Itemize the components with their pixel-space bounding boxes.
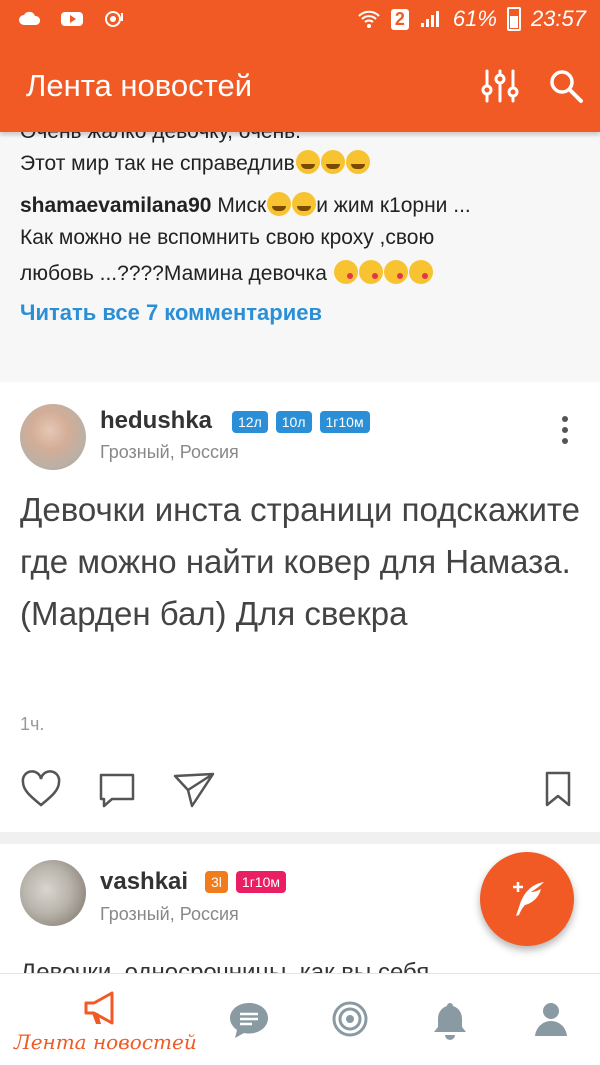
- megaphone-icon: [84, 991, 114, 1025]
- post-text: Девочки, односрочницы, как вы себя: [20, 959, 430, 973]
- read-all-comments-link[interactable]: Читать все 7 комментариев: [20, 300, 322, 326]
- feed[interactable]: Очень жалко девочку, очень. Этот мир так…: [0, 132, 600, 973]
- age-badge: 3l: [205, 871, 228, 893]
- clock: 23:57: [530, 6, 586, 31]
- post-location: Грозный, Россия: [100, 442, 239, 462]
- comment-text: Этот мир так не справедлив: [20, 150, 370, 176]
- age-badge: 1г10м: [235, 871, 286, 893]
- crying-emoji-icon: [295, 150, 320, 174]
- signal-icon: [420, 11, 439, 27]
- nav-feed-label: Лента новостей: [14, 1030, 197, 1054]
- user-badges: 3l 1г10м: [205, 871, 286, 893]
- post-username[interactable]: vashkai: [100, 868, 188, 896]
- comment-icon[interactable]: [96, 770, 138, 810]
- wifi-icon: [358, 10, 380, 28]
- quill-icon: [513, 882, 544, 916]
- kiss-emoji-icon: [333, 260, 358, 284]
- battery-icon: [506, 7, 521, 31]
- page-title: Лента новостей: [26, 68, 253, 103]
- crying-emoji-icon: [292, 192, 317, 216]
- comment-text-part: Миск: [217, 194, 267, 217]
- comment-text: shamaevamilana90 Миск и жим к1орни ...: [20, 192, 471, 218]
- share-icon[interactable]: [172, 770, 216, 810]
- profile-icon[interactable]: [532, 1000, 570, 1038]
- youtube-icon: [61, 12, 83, 26]
- comment-text: Как можно не вспомнить свою кроху ,свою: [20, 226, 435, 249]
- like-heart-icon[interactable]: [20, 770, 62, 808]
- chat-icon[interactable]: [228, 1000, 270, 1040]
- comment-author[interactable]: shamaevamilana90: [20, 194, 211, 217]
- comment-text-part: и жим к1орни ...: [316, 194, 471, 217]
- post-time: 1ч.: [20, 714, 45, 734]
- kiss-emoji-icon: [383, 260, 408, 284]
- user-badges: 12л 10л 1г10м: [232, 411, 370, 433]
- new-post-button[interactable]: [480, 852, 574, 946]
- comment-text-part: Этот мир так не справедлив: [20, 152, 295, 175]
- bookmark-icon[interactable]: [544, 770, 572, 808]
- app-bar: Лента новостей: [0, 40, 600, 132]
- post-actions: [20, 770, 216, 810]
- comment-text: любовь ...????Мамина девочка: [20, 260, 433, 286]
- battery-percent: 61%: [452, 6, 497, 31]
- crying-emoji-icon: [267, 192, 292, 216]
- filter-icon[interactable]: [480, 68, 520, 104]
- kiss-emoji-icon: [358, 260, 383, 284]
- post-text: Девочки инста страници подскажите где мо…: [20, 491, 581, 632]
- comment-text-part: любовь ...????Мамина девочка: [20, 262, 327, 285]
- cloud-icon: [19, 11, 41, 25]
- sim-indicator: 2: [390, 8, 409, 30]
- avatar[interactable]: [20, 404, 86, 470]
- post-card: hedushka 12л 10л 1г10м Грозный, Россия Д…: [0, 382, 600, 832]
- more-options-icon[interactable]: [562, 416, 568, 449]
- post-username[interactable]: hedushka: [100, 407, 212, 435]
- age-badge: 10л: [275, 411, 312, 433]
- age-badge: 12л: [232, 411, 268, 433]
- notification-icon: [105, 11, 123, 27]
- target-icon[interactable]: [331, 1000, 369, 1038]
- crying-emoji-icon: [345, 150, 370, 174]
- comment-text: Очень жалко девочку, очень.: [20, 132, 301, 144]
- kiss-emoji-icon: [408, 260, 433, 284]
- bell-icon[interactable]: [432, 1000, 468, 1040]
- crying-emoji-icon: [320, 150, 345, 174]
- nav-feed[interactable]: Лента новостей: [0, 974, 200, 1065]
- post-location: Грозный, Россия: [100, 904, 239, 924]
- age-badge: 1г10м: [319, 411, 370, 433]
- status-bar: 2 61% 23:57: [0, 0, 600, 40]
- bottom-navigation: Лента новостей: [0, 973, 600, 1065]
- search-icon[interactable]: [548, 68, 584, 104]
- avatar[interactable]: [20, 860, 86, 926]
